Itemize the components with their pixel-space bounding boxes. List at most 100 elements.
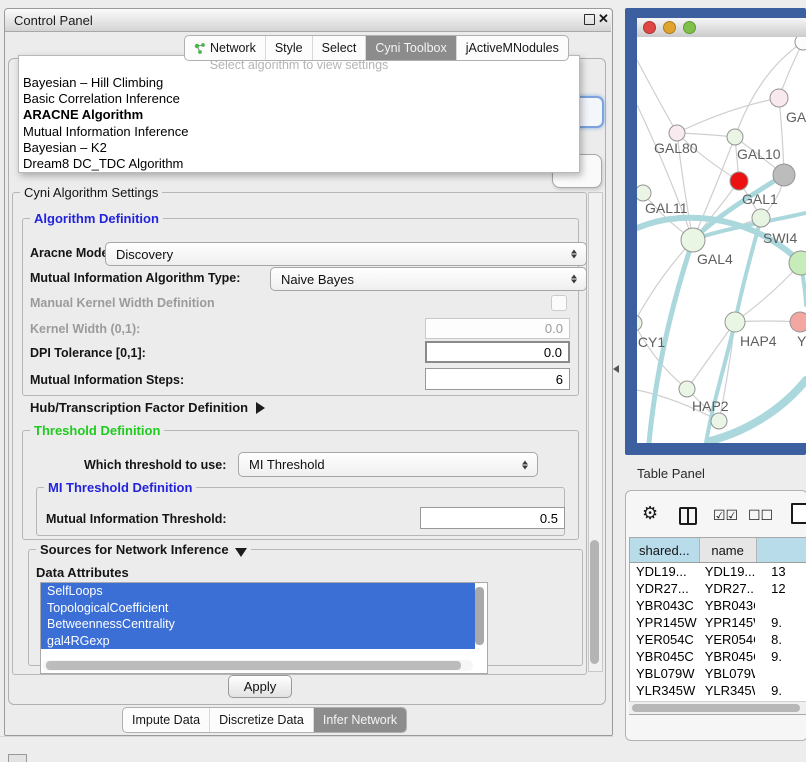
hub-definition-toggle[interactable]: Hub/Transcription Factor Definition: [30, 400, 265, 415]
dpi-tolerance-field[interactable]: 0.0: [425, 341, 570, 363]
attribute-item-topologicalcoefficient[interactable]: TopologicalCoefficient: [41, 600, 475, 617]
minimize-traffic-light-button[interactable]: [663, 21, 676, 34]
network-edge[interactable]: [677, 98, 779, 133]
table-hscrollbar-track[interactable]: [629, 701, 806, 714]
network-node-y[interactable]: [790, 312, 806, 332]
zoom-traffic-light-button[interactable]: [683, 21, 696, 34]
table-cell[interactable]: 9.: [755, 683, 806, 698]
dropdown-item-aracne-algorithm[interactable]: ARACNE Algorithm: [19, 107, 579, 123]
column-header-name[interactable]: name: [700, 538, 757, 562]
table-row[interactable]: YBR043CYBR043C: [630, 597, 806, 614]
split-columns-icon[interactable]: [679, 507, 697, 525]
float-window-icon[interactable]: [584, 14, 595, 25]
apply-button[interactable]: Apply: [228, 675, 292, 698]
network-graph[interactable]: GALGAL80GAL10GAL1GAL11GAL4SWI4GCY1HAP4YH…: [637, 37, 806, 443]
list-hscrollbar-thumb[interactable]: [46, 661, 461, 670]
mi-type-select[interactable]: Naive Bayes: [270, 267, 587, 291]
list-hscrollbar-track[interactable]: [43, 660, 473, 671]
table-row[interactable]: YLR345WYLR345W9.: [630, 682, 806, 699]
tab-network[interactable]: Network: [185, 36, 265, 60]
bottom-tab-discretize-data[interactable]: Discretize Data: [209, 708, 313, 732]
sources-toggle[interactable]: Sources for Network Inference: [36, 542, 251, 557]
network-window-titlebar[interactable]: [637, 18, 806, 38]
table-cell[interactable]: YER054C: [630, 632, 699, 647]
network-edge[interactable]: [637, 240, 693, 323]
which-threshold-select[interactable]: MI Threshold: [238, 452, 538, 477]
control-panel-titlebar[interactable]: Control Panel: [5, 9, 611, 32]
table-cell[interactable]: YLR345W: [699, 683, 755, 698]
collapsed-panel-button[interactable]: [8, 754, 27, 762]
table-cell[interactable]: YDL19...: [630, 564, 699, 579]
network-node[interactable]: [773, 164, 795, 186]
tab-cyni-toolbox[interactable]: Cyni Toolbox: [365, 36, 455, 60]
table-cell[interactable]: YBL079W: [630, 666, 699, 681]
tab-select[interactable]: Select: [312, 36, 366, 60]
table-cell[interactable]: YDR27...: [699, 581, 755, 596]
manual-kernel-checkbox[interactable]: [551, 295, 567, 311]
table-row[interactable]: YPR145WYPR145W9.: [630, 614, 806, 631]
dropdown-item-mutual-information-inference[interactable]: Mutual Information Inference: [19, 123, 579, 139]
table-cell[interactable]: 13: [755, 564, 806, 579]
table-cell[interactable]: YBR045C: [699, 649, 755, 664]
network-node[interactable]: [711, 413, 727, 429]
network-node-gal11[interactable]: [637, 185, 651, 201]
dropdown-item-dream8-dc-tdc-algorithm[interactable]: Dream8 DC_TDC Algorithm: [19, 155, 579, 171]
table-hscrollbar-thumb[interactable]: [632, 704, 800, 712]
table-cell[interactable]: YPR145W: [630, 615, 699, 630]
gear-icon[interactable]: ⚙: [642, 503, 658, 524]
table-row[interactable]: YDL19...YDL19...13: [630, 563, 806, 580]
network-node-gal80[interactable]: [669, 125, 685, 141]
deselect-all-checks-icon[interactable]: ☐☐: [748, 507, 773, 524]
network-node[interactable]: [795, 37, 806, 50]
network-edge[interactable]: [677, 133, 735, 137]
close-window-icon[interactable]: ✕: [598, 11, 609, 27]
table-cell[interactable]: YPR145W: [699, 615, 755, 630]
table-cell[interactable]: YBR043C: [699, 598, 755, 613]
table-row[interactable]: YBR045CYBR045C9.: [630, 648, 806, 665]
table-cell[interactable]: YDR27...: [630, 581, 699, 596]
table-cell[interactable]: YBR043C: [630, 598, 699, 613]
network-node-gal1[interactable]: [730, 172, 748, 190]
table-cell[interactable]: 9.: [755, 615, 806, 630]
network-node-hap4[interactable]: [725, 312, 745, 332]
close-traffic-light-button[interactable]: [643, 21, 656, 34]
network-edge[interactable]: [637, 60, 677, 133]
new-table-icon[interactable]: [791, 503, 806, 524]
table-cell[interactable]: 9.: [755, 649, 806, 664]
bottom-tab-infer-network[interactable]: Infer Network: [313, 708, 406, 732]
network-node-hap2[interactable]: [679, 381, 695, 397]
list-scrollbar-thumb[interactable]: [475, 587, 484, 645]
table-cell[interactable]: YER054C: [699, 632, 755, 647]
mi-threshold-field[interactable]: 0.5: [420, 507, 565, 529]
network-node-gal[interactable]: [770, 89, 788, 107]
splitter-handle-icon[interactable]: [609, 365, 619, 373]
attribute-item-selfloops[interactable]: SelfLoops: [41, 583, 475, 600]
dropdown-item-bayesian-k2[interactable]: Bayesian – K2: [19, 139, 579, 155]
table-cell[interactable]: 12: [755, 581, 806, 596]
network-edge[interactable]: [779, 98, 784, 175]
attribute-item-betweennesscentrality[interactable]: BetweennessCentrality: [41, 616, 475, 633]
tab-style[interactable]: Style: [265, 36, 312, 60]
network-node-gal10[interactable]: [727, 129, 743, 145]
table-row[interactable]: YDR27...YDR27...12: [630, 580, 806, 597]
network-node[interactable]: [752, 209, 770, 227]
column-header-2[interactable]: [757, 538, 806, 562]
table-cell[interactable]: YBL079W: [699, 666, 755, 681]
table-cell[interactable]: YDL19...: [699, 564, 755, 579]
dropdown-item-bayesian-hill-climbing[interactable]: Bayesian – Hill Climbing: [19, 74, 579, 90]
aracne-mode-select[interactable]: Discovery: [105, 242, 587, 266]
network-edge-highlighted[interactable]: [735, 218, 761, 322]
table-cell[interactable]: YLR345W: [630, 683, 699, 698]
table-cell[interactable]: YBR045C: [630, 649, 699, 664]
table-row[interactable]: YBL079WYBL079W: [630, 665, 806, 682]
bottom-tab-impute-data[interactable]: Impute Data: [123, 708, 209, 732]
dropdown-item-basic-correlation-inference[interactable]: Basic Correlation Inference: [19, 90, 579, 106]
mi-steps-field[interactable]: 6: [425, 368, 570, 390]
select-all-checks-icon[interactable]: ☑☑: [713, 507, 738, 524]
settings-scrollbar-thumb[interactable]: [590, 540, 599, 664]
network-node-gal4[interactable]: [681, 228, 705, 252]
column-header-shared[interactable]: shared...: [630, 538, 700, 562]
table-row[interactable]: YER054CYER054C8.: [630, 631, 806, 648]
kernel-width-field[interactable]: 0.0: [425, 318, 570, 339]
attribute-item-gal4rgexp[interactable]: gal4RGexp: [41, 633, 475, 650]
